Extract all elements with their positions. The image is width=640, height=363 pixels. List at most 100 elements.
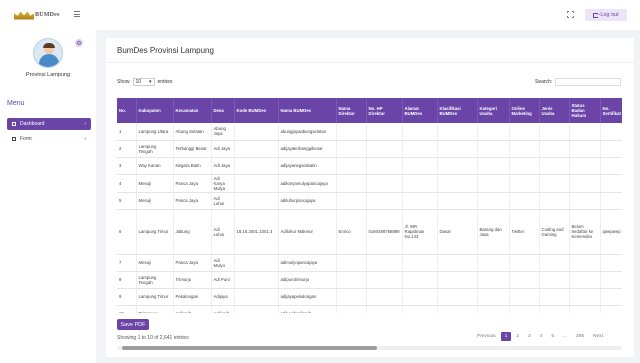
table-cell xyxy=(366,254,403,272)
column-header[interactable]: Jenis Usaha xyxy=(539,98,570,123)
table-cell: Dasar xyxy=(437,209,478,255)
table-cell xyxy=(234,140,279,158)
table-cell: Jl. WR Rapatman No.143 xyxy=(402,209,438,255)
table-row[interactable]: 10PringsewuAdiluwihAdiluwihadiluwihadilu… xyxy=(117,305,622,313)
table-cell xyxy=(336,140,367,158)
content-card: BumDes Provinsi Lampung Show 10 ▾ entrie… xyxy=(106,38,634,357)
table-cell xyxy=(509,140,540,158)
column-header[interactable]: No. Sertifikat xyxy=(600,98,622,123)
hamburger-menu-icon[interactable] xyxy=(74,11,80,17)
table-cell: 8 xyxy=(117,271,137,289)
pagination-page[interactable]: 2 xyxy=(512,332,523,341)
table-row[interactable]: 4 Mesuji Panca Jaya Adi Karya Mulya adikarya… xyxy=(117,174,622,193)
table-cell xyxy=(477,174,510,193)
table-cell xyxy=(569,174,601,193)
table-info: Showing 1 to 10 of 2,641 entries xyxy=(117,335,189,341)
table-row[interactable]: 9 Lampung Timur Pekalongan Adijaya adijayape… xyxy=(117,288,622,306)
table-row[interactable]: 3 Way Kanan Negara Batin Adi Jaya adijayaneg… xyxy=(117,157,622,175)
table-row[interactable]: 6 Lampung Timur Jabung Adi Luhur 18.10.2001.… xyxy=(117,209,622,255)
table-cell xyxy=(366,140,403,158)
brand-logo[interactable]: BUMDes xyxy=(14,10,60,20)
column-header[interactable]: Kategori Usaha xyxy=(477,98,510,123)
sidebar-item-dashboard[interactable]: Dashboard › xyxy=(7,118,91,130)
column-header[interactable]: Nama BUMDes xyxy=(278,98,337,123)
user-name: Provinsi Lampung xyxy=(25,72,71,78)
table-row[interactable]: 7 Mesuji Panca Jaya Adi Mulyo adimulyopancaj… xyxy=(117,254,622,272)
table-cell xyxy=(366,192,403,210)
table-cell: Pringsewu xyxy=(136,305,174,313)
table-cell xyxy=(336,271,367,289)
pagination-next[interactable]: Next xyxy=(589,332,607,341)
table-row[interactable]: 8 Lampung Tengah Trimurjo Adi Puro adipurotr… xyxy=(117,271,622,289)
column-header[interactable]: Kabupaten xyxy=(136,98,174,123)
bumdes-table: No. Kabupaten Kecamatan Desa Kode BUMDes Nama… xyxy=(117,98,622,313)
table-cell xyxy=(402,192,438,210)
column-header[interactable]: Kecamatan xyxy=(173,98,212,123)
table-cell: Lampung Tengah xyxy=(136,140,174,158)
brand-name: BUMDes xyxy=(35,12,60,18)
column-header[interactable]: No. HP Direktur xyxy=(366,98,403,123)
table-cell: adiluhurpancajaya xyxy=(278,192,337,210)
scrollbar-thumb[interactable] xyxy=(122,346,377,350)
column-header[interactable]: No. xyxy=(117,98,137,123)
table-row[interactable]: 1 Lampung Utara Abung Selatan Abung Jaya abu… xyxy=(117,123,622,141)
table-cell xyxy=(539,123,570,141)
table-cell xyxy=(509,174,540,193)
column-header[interactable]: Kode BUMDes xyxy=(234,98,279,123)
table-cell xyxy=(569,305,601,313)
settings-gear-icon[interactable]: ⚙ xyxy=(75,39,83,47)
pagination-page[interactable]: 3 xyxy=(524,332,535,341)
sidebar-item-label: Form xyxy=(20,136,32,142)
table-cell xyxy=(600,192,622,210)
table-cell: 1 xyxy=(117,123,137,141)
table-row[interactable]: 2 Lampung Tengah Terbanggi Besar Adi Jaya ad… xyxy=(117,140,622,158)
table-cell xyxy=(600,271,622,289)
table-cell xyxy=(366,288,403,306)
column-header[interactable]: Klasifikasi BUMDes xyxy=(437,98,478,123)
table-cell: 3 xyxy=(117,157,137,175)
column-header[interactable]: Nama Direktur xyxy=(336,98,367,123)
chevron-right-icon: › xyxy=(84,121,86,127)
table-cell xyxy=(336,157,367,175)
fullscreen-icon[interactable] xyxy=(566,10,575,19)
table-cell xyxy=(509,305,540,313)
table-cell: Lampung Tengah xyxy=(136,271,174,289)
table-cell xyxy=(539,271,570,289)
table-cell xyxy=(366,157,403,175)
column-header[interactable]: Status Badan Hukum xyxy=(569,98,601,123)
table-cell xyxy=(336,123,367,141)
search-input[interactable] xyxy=(555,78,622,86)
pagination-page[interactable]: 265 xyxy=(572,332,588,341)
column-header[interactable]: Desa xyxy=(211,98,235,123)
save-pdf-button[interactable]: Save PDF xyxy=(117,319,149,330)
table-cell xyxy=(437,140,478,158)
table-cell: adijayanegarabatin xyxy=(278,157,337,175)
table-cell: 10 xyxy=(117,305,137,313)
table-cell: adijayaterbanggibesar xyxy=(278,140,337,158)
column-header[interactable]: Online Marketing xyxy=(509,98,540,123)
table-cell xyxy=(437,192,478,210)
table-cell xyxy=(539,140,570,158)
table-cell: Way Kanan xyxy=(136,157,174,175)
table-cell xyxy=(402,271,438,289)
horizontal-scrollbar[interactable] xyxy=(117,346,622,350)
table-cell xyxy=(509,192,540,210)
table-cell xyxy=(509,288,540,306)
table-cell: Jabung xyxy=(173,209,212,255)
table-cell xyxy=(569,123,601,141)
pagination-page[interactable]: 4 xyxy=(536,332,547,341)
table-cell: Adiluhur Makmur xyxy=(278,209,337,255)
logout-button[interactable]: Log out xyxy=(585,9,627,21)
sidebar-item-form[interactable]: Form › xyxy=(7,133,91,145)
column-header[interactable]: Alamat BUMDes xyxy=(402,98,438,123)
entries-select[interactable]: 10 ▾ xyxy=(132,78,155,86)
table-cell xyxy=(402,123,438,141)
table-cell xyxy=(600,157,622,175)
table-row[interactable]: 5 Mesuji Panca Jaya Adi Luhur adiluhurpancaj… xyxy=(117,192,622,210)
table-cell xyxy=(402,174,438,193)
pagination-previous[interactable]: Previous xyxy=(473,332,500,341)
pagination-page[interactable]: 5 xyxy=(547,332,558,341)
chevron-right-icon: › xyxy=(84,136,86,142)
pagination-page[interactable]: 1 xyxy=(500,332,512,341)
search-label: Search: xyxy=(535,79,553,85)
